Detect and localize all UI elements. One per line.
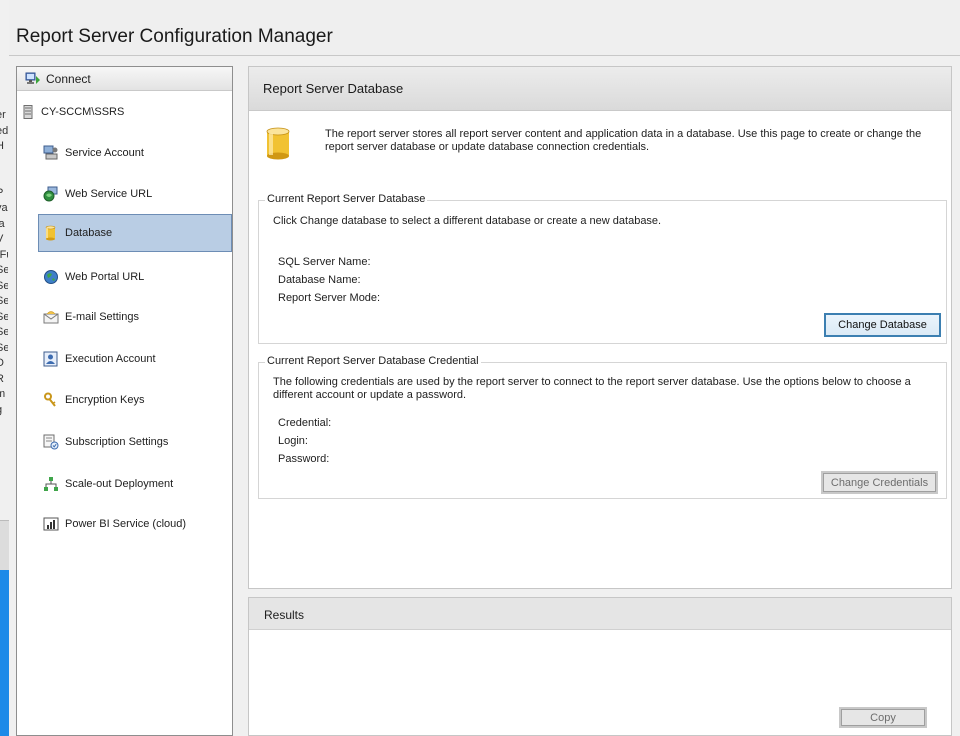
- nav-item-web-portal-url[interactable]: Web Portal URL: [39, 258, 232, 296]
- nav-item-power-bi-service[interactable]: Power BI Service (cloud): [39, 505, 232, 543]
- credential-label: Credential:: [278, 417, 332, 429]
- group-title: Current Report Server Database Credentia…: [265, 355, 481, 367]
- change-database-button[interactable]: Change Database: [824, 313, 941, 337]
- title-bar: Report Server Configuration Manager: [9, 0, 960, 56]
- power-bi-icon: [43, 516, 59, 532]
- navigation-panel: Connect CY-SCCM\SSRS Service Account Web…: [16, 66, 233, 736]
- nav-item-label: E-mail Settings: [65, 311, 139, 323]
- email-icon: [43, 309, 59, 325]
- nav-item-scale-out-deployment[interactable]: Scale-out Deployment: [39, 465, 232, 503]
- background-taskbar: [0, 570, 9, 736]
- group-description: The following credentials are used by th…: [273, 376, 911, 401]
- nav-item-label: Execution Account: [65, 353, 156, 365]
- globe-icon: [43, 269, 59, 285]
- background-window-edge: er ed H t t P va ja V -Fu Se Se Se Se Se…: [0, 109, 8, 416]
- login-label: Login:: [278, 435, 308, 447]
- nav-item-label: Encryption Keys: [65, 394, 145, 406]
- database-large-icon: [265, 127, 291, 161]
- group-description: Click Change database to select a differ…: [273, 215, 662, 227]
- keys-icon: [43, 392, 59, 408]
- nav-item-database[interactable]: Database: [38, 214, 232, 252]
- nav-item-label: Database: [65, 227, 113, 239]
- database-name-label: Database Name:: [278, 274, 361, 286]
- nav-item-execution-account[interactable]: Execution Account: [39, 340, 232, 378]
- group-title: Current Report Server Database: [265, 193, 428, 205]
- nav-item-label: Subscription Settings: [65, 436, 169, 448]
- nav-item-label: Power BI Service (cloud): [65, 518, 187, 530]
- database-icon: [43, 225, 59, 241]
- nav-item-label: Web Service URL: [65, 188, 153, 200]
- server-name: CY-SCCM\SSRS: [41, 106, 125, 118]
- page-intro-text: The report server stores all report serv…: [325, 128, 922, 153]
- change-credentials-button[interactable]: Change Credentials: [821, 471, 938, 494]
- nav-item-email-settings[interactable]: E-mail Settings: [39, 298, 232, 336]
- report-server-mode-label: Report Server Mode:: [278, 292, 381, 304]
- copy-button[interactable]: Copy: [839, 707, 927, 728]
- service-account-icon: [43, 145, 59, 161]
- nav-item-label: Service Account: [65, 147, 144, 159]
- app-title: Report Server Configuration Manager: [16, 26, 333, 47]
- server-node[interactable]: CY-SCCM\SSRS: [23, 105, 124, 119]
- nav-item-web-service-url[interactable]: Web Service URL: [39, 175, 232, 213]
- nav-item-label: Web Portal URL: [65, 271, 145, 283]
- nav-item-subscription-settings[interactable]: Subscription Settings: [39, 423, 232, 461]
- subscription-icon: [43, 434, 59, 450]
- sql-server-name-label: SQL Server Name:: [278, 256, 371, 268]
- nav-item-encryption-keys[interactable]: Encryption Keys: [39, 381, 232, 419]
- results-title: Results: [249, 598, 951, 630]
- results-panel: Results Copy: [248, 597, 952, 736]
- web-service-url-icon: [43, 186, 59, 202]
- server-icon: [23, 105, 33, 119]
- background-window-panel: [0, 520, 9, 570]
- scale-out-icon: [43, 476, 59, 492]
- page-title: Report Server Database: [249, 67, 951, 111]
- password-label: Password:: [278, 453, 330, 465]
- connect-label: Connect: [46, 71, 91, 86]
- connect-button[interactable]: Connect: [17, 67, 232, 91]
- current-credential-group: Current Report Server Database Credentia…: [258, 355, 947, 499]
- current-database-group: Current Report Server Database Click Cha…: [258, 193, 947, 344]
- execution-account-icon: [43, 351, 59, 367]
- nav-item-service-account[interactable]: Service Account: [39, 134, 232, 172]
- database-page: Report Server Database The report server…: [248, 66, 952, 589]
- connect-icon: [25, 71, 41, 87]
- nav-item-label: Scale-out Deployment: [65, 478, 174, 490]
